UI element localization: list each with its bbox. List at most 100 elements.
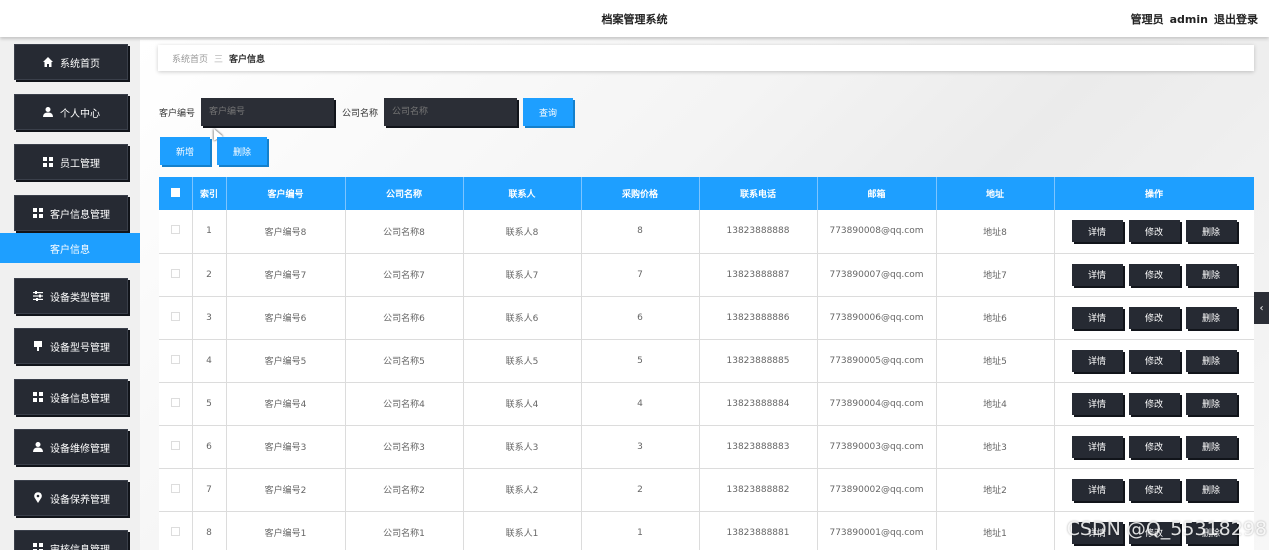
sidebar-item-label: 员工管理 [60,158,100,170]
edit-button[interactable]: 修改 [1128,220,1180,243]
edit-button[interactable]: 修改 [1128,478,1180,501]
sidebar-item-device-repair[interactable]: 设备维修管理 [14,429,128,465]
cell-operations: 详情 修改 删除 [1054,382,1254,426]
cell-contact: 联系人5 [463,339,582,383]
row-delete-button[interactable]: 删除 [1185,349,1237,372]
detail-button[interactable]: 详情 [1071,306,1123,329]
cell-address: 地址4 [936,382,1055,426]
table-row: 7 客户编号2 公司名称2 联系人2 2 13823888882 773890002@qq.… [159,468,1254,512]
cell-price: 7 [581,253,700,297]
cell-operations: 详情 修改 删除 [1054,296,1254,340]
detail-button[interactable]: 详情 [1071,349,1123,372]
sidebar-item-audit[interactable]: 审核信息管理 [14,530,128,550]
search-bar: 客户编号 公司名称 查询 [159,97,574,127]
cell-address: 地址8 [936,210,1055,254]
sidebar-item-home[interactable]: 系统首页 [14,44,128,80]
cell-operations: 详情 修改 删除 [1054,210,1254,254]
cell-phone: 13823888887 [699,253,818,297]
cell-email: 773890007@qq.com [817,253,937,297]
sliders-icon [33,291,43,301]
row-select-cell [159,296,193,340]
edit-button[interactable]: 修改 [1128,349,1180,372]
cell-email: 773890008@qq.com [817,210,937,254]
query-button[interactable]: 查询 [523,98,574,126]
cell-price: 2 [581,468,700,512]
row-checkbox[interactable] [170,354,180,364]
customer-no-input[interactable] [201,98,335,126]
user-area: 管理员 admin 退出登录 [1125,11,1258,27]
row-delete-button[interactable]: 删除 [1185,263,1237,286]
detail-button[interactable]: 详情 [1071,392,1123,415]
home-icon [43,57,53,67]
row-delete-button[interactable]: 删除 [1185,435,1237,458]
row-checkbox[interactable] [170,311,180,321]
cell-email: 773890006@qq.com [817,296,937,340]
grid-icon [33,543,43,550]
table-row: 2 客户编号7 公司名称7 联系人7 7 13823888887 773890007@qq.… [159,253,1254,297]
user-icon [43,107,53,117]
add-button[interactable]: 新增 [160,137,210,165]
watermark: CSDN @Q_55318298 [1066,518,1267,540]
sidebar-item-label: 设备维修管理 [50,443,110,455]
user-role: 管理员 [1130,13,1164,26]
row-select-cell [159,511,193,550]
cell-customer-no: 客户编号3 [226,425,346,469]
company-label: 公司名称 [342,108,379,119]
tag-icon [34,341,42,351]
column-header: 操作 [1054,177,1254,210]
cell-contact: 联系人8 [463,210,582,254]
sidebar: 系统首页 个人中心 员工管理 客户信息管理 客户信息 设备类型管理 设备型号管理… [0,37,140,550]
sidebar-item-device-model[interactable]: 设备型号管理 [14,328,128,364]
sidebar-item-device-maintain[interactable]: 设备保养管理 [14,480,128,516]
logout-link[interactable]: 退出登录 [1214,13,1258,26]
cell-index: 5 [192,382,227,426]
chevron-left-icon: ‹ [1259,302,1264,314]
edit-button[interactable]: 修改 [1128,306,1180,329]
select-all-checkbox[interactable] [170,187,180,197]
row-checkbox[interactable] [170,225,180,235]
cell-index: 3 [192,296,227,340]
sidebar-item-device-info[interactable]: 设备信息管理 [14,379,128,415]
select-all-cell [159,177,193,210]
cell-customer-no: 客户编号4 [226,382,346,426]
detail-button[interactable]: 详情 [1071,263,1123,286]
cell-phone: 13823888884 [699,382,818,426]
row-checkbox[interactable] [170,397,180,407]
detail-button[interactable]: 详情 [1071,478,1123,501]
cell-contact: 联系人7 [463,253,582,297]
sidebar-item-customer[interactable]: 客户信息管理 [14,195,128,231]
sidebar-item-label: 客户信息管理 [50,209,110,221]
edit-button[interactable]: 修改 [1128,435,1180,458]
row-delete-button[interactable]: 删除 [1185,392,1237,415]
column-header: 联系人 [463,177,582,210]
top-bar: 档案管理系统 管理员 admin 退出登录 [0,0,1269,37]
edit-button[interactable]: 修改 [1128,392,1180,415]
collapse-toggle-button[interactable]: ‹ [1254,292,1269,324]
company-input[interactable] [384,98,518,126]
row-select-cell [159,425,193,469]
sidebar-item-profile[interactable]: 个人中心 [14,94,128,130]
sidebar-subitem-customer-info[interactable]: 客户信息 [0,233,140,263]
cell-contact: 联系人6 [463,296,582,340]
table-row: 3 客户编号6 公司名称6 联系人6 6 13823888886 773890006@qq.… [159,296,1254,340]
cell-address: 地址5 [936,339,1055,383]
row-select-cell [159,382,193,426]
row-checkbox[interactable] [170,440,180,450]
row-delete-button[interactable]: 删除 [1185,478,1237,501]
detail-button[interactable]: 详情 [1071,220,1123,243]
breadcrumb-home[interactable]: 系统首页 [172,52,208,65]
sidebar-item-label: 设备类型管理 [50,292,110,304]
row-checkbox[interactable] [170,483,180,493]
edit-button[interactable]: 修改 [1128,263,1180,286]
detail-button[interactable]: 详情 [1071,435,1123,458]
breadcrumb-separator: 三 [214,54,224,65]
row-delete-button[interactable]: 删除 [1185,220,1237,243]
sidebar-item-staff[interactable]: 员工管理 [14,144,128,180]
cell-index: 1 [192,210,227,254]
delete-button[interactable]: 删除 [217,137,267,165]
row-delete-button[interactable]: 删除 [1185,306,1237,329]
row-checkbox[interactable] [170,526,180,536]
row-checkbox[interactable] [170,268,180,278]
sidebar-item-label: 审核信息管理 [50,544,110,550]
sidebar-item-device-type[interactable]: 设备类型管理 [14,278,128,314]
